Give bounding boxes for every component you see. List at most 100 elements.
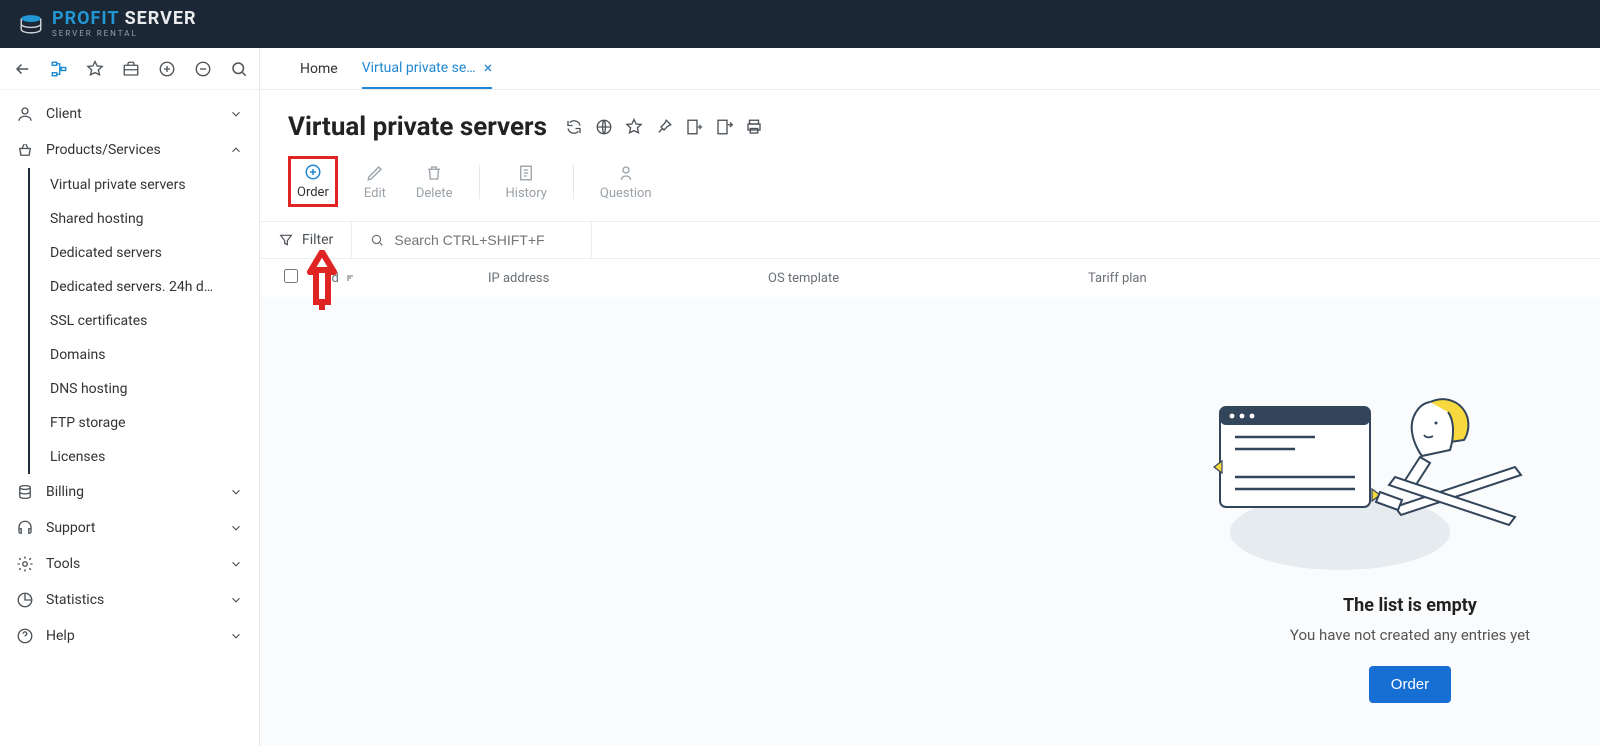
nav-item-ftp[interactable]: FTP storage: [28, 406, 259, 440]
plus-circle-icon[interactable]: [158, 60, 176, 78]
nav-group-tools[interactable]: Tools: [0, 546, 259, 582]
col-label: OS template: [768, 271, 839, 286]
select-all-checkbox[interactable]: [284, 269, 298, 283]
col-label: Tariff plan: [1088, 271, 1147, 286]
search-icon: [370, 232, 384, 248]
nav-item-shared[interactable]: Shared hosting: [28, 202, 259, 236]
chevron-down-icon: [229, 557, 243, 571]
minus-circle-icon[interactable]: [194, 60, 212, 78]
nav-item-dns[interactable]: DNS hosting: [28, 372, 259, 406]
export-icon[interactable]: [715, 118, 733, 136]
select-all-cell: [284, 269, 328, 287]
col-label: Id: [328, 271, 339, 286]
plus-circle-icon: [304, 163, 322, 181]
history-button[interactable]: History: [502, 158, 551, 207]
action-label: History: [506, 186, 547, 201]
page-title: Virtual private servers: [288, 112, 547, 142]
import-icon[interactable]: [685, 118, 703, 136]
nav-item-domains[interactable]: Domains: [28, 338, 259, 372]
table-header-row: Id IP address OS template Tariff plan: [260, 259, 1600, 297]
tab-label: Home: [300, 61, 338, 77]
empty-state: The list is empty You have not created a…: [260, 297, 1600, 703]
page-title-actions: [565, 118, 763, 136]
chevron-down-icon: [229, 521, 243, 535]
col-os[interactable]: OS template: [768, 271, 1088, 286]
nav-group-billing[interactable]: Billing: [0, 474, 259, 510]
page-body: Virtual private servers Order: [260, 90, 1600, 746]
history-icon: [517, 164, 535, 182]
nav-label: Statistics: [46, 592, 217, 608]
empty-order-button[interactable]: Order: [1369, 666, 1451, 703]
sort-icon: [345, 272, 357, 284]
print-icon[interactable]: [745, 118, 763, 136]
nav-group-support[interactable]: Support: [0, 510, 259, 546]
nav-item-ssl[interactable]: SSL certificates: [28, 304, 259, 338]
nav-menu: Client Products/Services Virtual private…: [0, 90, 259, 660]
nav-item-vps[interactable]: Virtual private servers: [28, 168, 259, 202]
nav-sublist: Virtual private servers Shared hosting D…: [28, 168, 259, 474]
search-box[interactable]: [352, 222, 592, 258]
separator: [573, 165, 574, 199]
action-label: Question: [600, 186, 652, 201]
filter-label: Filter: [302, 232, 333, 248]
tab-vps[interactable]: Virtual private se… ×: [362, 48, 493, 89]
filter-button[interactable]: Filter: [260, 222, 352, 258]
app-header: PROFIT SERVER SERVER RENTAL: [0, 0, 1600, 48]
logo-text-1: PROFIT: [52, 8, 119, 29]
search-input[interactable]: [394, 232, 573, 248]
logo-text-2: SERVER: [119, 8, 196, 29]
action-label: Delete: [416, 186, 453, 201]
nav-item-dedicated[interactable]: Dedicated servers: [28, 236, 259, 270]
nav-group-help[interactable]: Help: [0, 618, 259, 654]
nav-group-products[interactable]: Products/Services: [0, 132, 259, 168]
col-id[interactable]: Id: [328, 271, 488, 286]
star-icon[interactable]: [86, 60, 104, 78]
filter-icon: [278, 232, 294, 248]
logo-subtitle: SERVER RENTAL: [52, 30, 197, 38]
search-icon[interactable]: [230, 60, 248, 78]
piechart-icon: [16, 591, 34, 609]
nav-label: Billing: [46, 484, 217, 500]
close-tab-icon[interactable]: ×: [484, 58, 493, 77]
action-bar: Order Edit Delete History: [260, 150, 1600, 221]
help-icon: [16, 627, 34, 645]
chevron-down-icon: [229, 107, 243, 121]
tree-icon[interactable]: [50, 60, 68, 78]
chevron-up-icon: [229, 143, 243, 157]
col-ip[interactable]: IP address: [488, 271, 768, 286]
globe-icon[interactable]: [595, 118, 613, 136]
basket-icon: [16, 141, 34, 159]
empty-title: The list is empty: [1290, 595, 1530, 616]
question-button[interactable]: Question: [596, 158, 656, 207]
filter-search-row: Filter: [260, 221, 1600, 259]
pencil-icon: [366, 164, 384, 182]
col-label: IP address: [488, 271, 549, 286]
nav-label: Tools: [46, 556, 217, 572]
nav-label: Help: [46, 628, 217, 644]
order-button[interactable]: Order: [288, 156, 338, 207]
nav-item-licenses[interactable]: Licenses: [28, 440, 259, 474]
nav-group-client[interactable]: Client: [0, 96, 259, 132]
nav-label: Products/Services: [46, 142, 217, 158]
brand-logo[interactable]: PROFIT SERVER SERVER RENTAL: [18, 10, 197, 38]
nav-item-dedicated-24h[interactable]: Dedicated servers. 24h d…: [28, 270, 259, 304]
action-label: Order: [297, 185, 329, 200]
tab-home[interactable]: Home: [300, 51, 338, 87]
logo-icon: [18, 11, 44, 37]
back-icon[interactable]: [14, 60, 32, 78]
delete-button[interactable]: Delete: [412, 158, 457, 207]
col-plan[interactable]: Tariff plan: [1088, 271, 1576, 286]
edit-button[interactable]: Edit: [360, 158, 390, 207]
gear-icon: [16, 555, 34, 573]
top-toolbar: [0, 48, 259, 90]
briefcase-icon[interactable]: [122, 60, 140, 78]
user-icon: [16, 105, 34, 123]
headset-icon: [16, 519, 34, 537]
billing-icon: [16, 483, 34, 501]
nav-group-statistics[interactable]: Statistics: [0, 582, 259, 618]
pin-icon[interactable]: [655, 118, 673, 136]
separator: [479, 165, 480, 199]
sidebar: Client Products/Services Virtual private…: [0, 48, 260, 746]
refresh-icon[interactable]: [565, 118, 583, 136]
star-icon[interactable]: [625, 118, 643, 136]
